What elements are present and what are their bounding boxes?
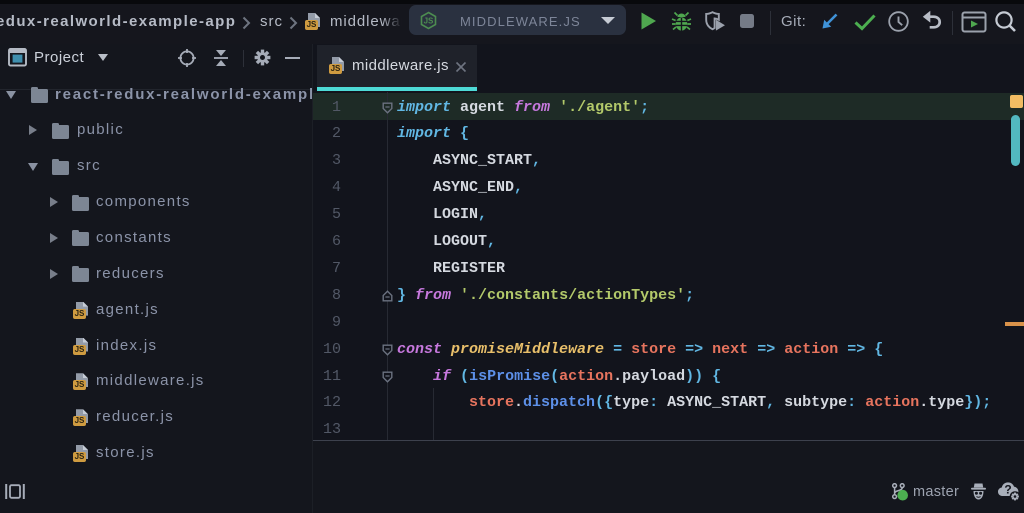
svg-text:JS: JS — [424, 17, 434, 26]
